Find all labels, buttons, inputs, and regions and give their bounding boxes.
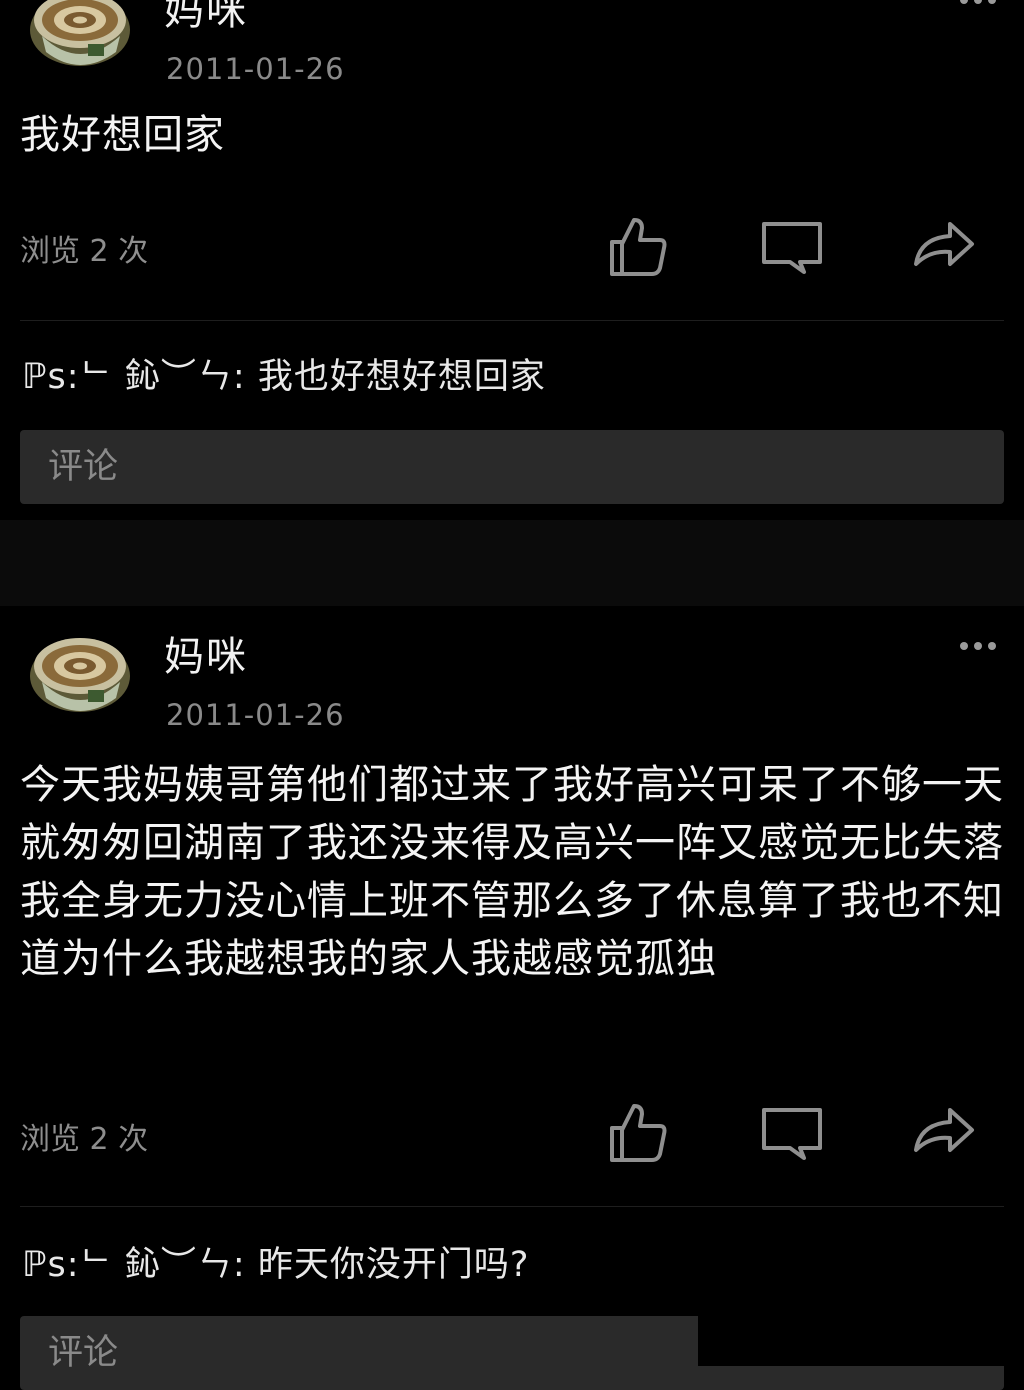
reply-author[interactable]: ℙs:ᄂ 鈊︶ㄣ xyxy=(22,357,233,397)
divider xyxy=(20,320,1004,321)
reply-separator: : xyxy=(232,1245,246,1285)
reply-text: 昨天你没开门吗? xyxy=(245,1245,530,1285)
comment-bubble-icon[interactable] xyxy=(760,1100,824,1164)
avatar[interactable] xyxy=(28,0,132,68)
reply-text: 我也好想好想回家 xyxy=(245,357,546,397)
comment-input[interactable]: 评论 xyxy=(20,430,1004,504)
post-actions xyxy=(600,214,980,278)
post-actions xyxy=(600,1100,980,1164)
post-content: 我好想回家 xyxy=(20,112,225,158)
view-count: 浏览 2 次 xyxy=(20,234,149,269)
author-name[interactable]: 妈咪 xyxy=(164,0,248,36)
share-arrow-icon[interactable] xyxy=(912,214,976,278)
post-date: 2011-01-26 xyxy=(166,52,345,86)
screen-edge-shadow xyxy=(698,1250,1024,1366)
thumbs-up-icon[interactable] xyxy=(606,214,670,278)
post-card: 妈咪 2011-01-26 我好想回家 浏览 2 次 ℙs:ᄂ 鈊︶ㄣ: 我也好… xyxy=(0,0,1024,520)
author-name[interactable]: 妈咪 xyxy=(164,624,248,682)
post-content: 今天我妈姨哥第他们都过来了我好高兴可呆了不够一天就匆匆回湖南了我还没来得及高兴一… xyxy=(20,762,1004,982)
comment-bubble-icon[interactable] xyxy=(760,214,824,278)
view-count: 浏览 2 次 xyxy=(20,1122,149,1157)
reply-item[interactable]: ℙs:ᄂ 鈊︶ㄣ: 昨天你没开门吗? xyxy=(22,1236,529,1287)
divider xyxy=(20,1206,1004,1207)
reply-separator: : xyxy=(232,357,246,397)
share-arrow-icon[interactable] xyxy=(912,1100,976,1164)
reply-item[interactable]: ℙs:ᄂ 鈊︶ㄣ: 我也好想好想回家 xyxy=(22,348,546,399)
reply-author[interactable]: ℙs:ᄂ 鈊︶ㄣ xyxy=(22,1245,233,1285)
post-date: 2011-01-26 xyxy=(166,698,345,732)
more-dots-icon[interactable] xyxy=(960,0,996,6)
thumbs-up-icon[interactable] xyxy=(606,1100,670,1164)
post-separator xyxy=(0,520,1024,606)
avatar[interactable] xyxy=(28,628,132,714)
more-dots-icon[interactable] xyxy=(960,640,996,652)
